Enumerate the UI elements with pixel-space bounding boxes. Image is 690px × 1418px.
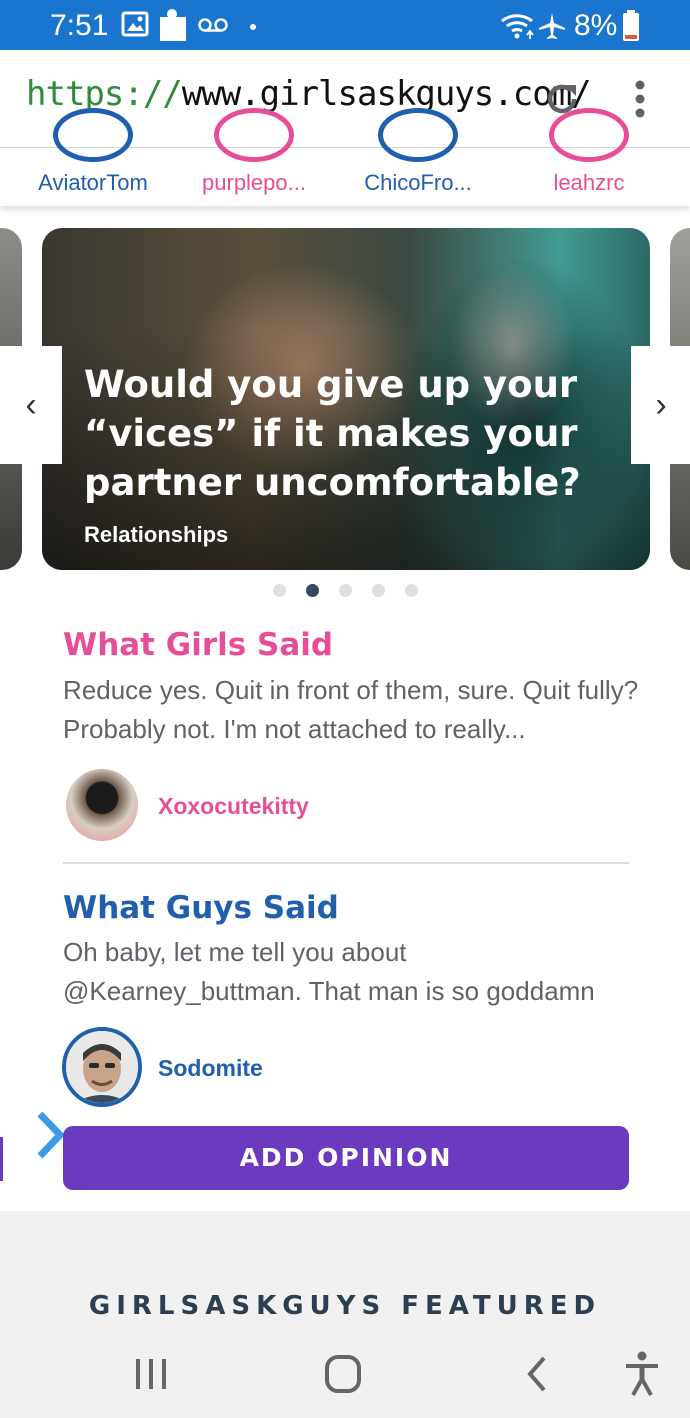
battery-percent: 8% xyxy=(574,9,618,42)
url-field[interactable]: https://www.girlsaskguys.com/ xyxy=(26,74,592,114)
carousel-dot[interactable] xyxy=(339,584,352,597)
carousel-dot[interactable] xyxy=(405,584,418,597)
guys-opinion-heading: What Guys Said xyxy=(63,890,339,926)
puzzle-icon xyxy=(160,9,186,41)
user-avatar xyxy=(53,108,133,162)
carousel-next-button[interactable]: › xyxy=(631,346,690,464)
add-opinion-button[interactable]: ADD OPINION xyxy=(63,1126,629,1190)
user-name: ChicoFro... xyxy=(364,170,472,195)
chevron-right-icon[interactable] xyxy=(34,1110,66,1160)
guy-author-avatar[interactable] xyxy=(62,1027,142,1107)
guy-author-name[interactable]: Sodomite xyxy=(158,1055,263,1082)
url-scheme: https:// xyxy=(26,74,183,114)
featured-heading: GIRLSASKGUYS FEATURED xyxy=(88,1291,602,1321)
user-avatar xyxy=(549,108,629,162)
user-avatar xyxy=(214,108,294,162)
battery-icon xyxy=(623,10,639,41)
system-nav-bar xyxy=(0,1331,690,1418)
slide-question-title[interactable]: Would you give up your “vices” if it mak… xyxy=(84,360,604,507)
slide-category[interactable]: Relationships xyxy=(84,522,228,548)
recent-apps-icon[interactable] xyxy=(122,1349,182,1399)
featured-section: GIRLSASKGUYS FEATURED xyxy=(0,1211,690,1331)
carousel-dot-active[interactable] xyxy=(306,584,319,597)
status-bar: 7:51 8% xyxy=(0,0,690,50)
home-icon[interactable] xyxy=(313,1349,373,1399)
girls-opinion-text[interactable]: Reduce yes. Quit in front of them, sure.… xyxy=(63,671,643,749)
carousel-dot[interactable] xyxy=(372,584,385,597)
carousel-dots xyxy=(0,584,690,598)
more-vertical-icon[interactable] xyxy=(632,80,648,120)
wifi-icon xyxy=(501,14,534,39)
image-icon xyxy=(121,11,149,37)
voicemail-icon xyxy=(198,18,228,32)
side-edge-handle[interactable] xyxy=(0,1137,3,1181)
divider xyxy=(63,862,629,864)
carousel-dot[interactable] xyxy=(273,584,286,597)
user-name: purplepo... xyxy=(202,170,306,195)
guy-avatar-photo xyxy=(66,1031,138,1103)
guys-opinion-text[interactable]: Oh baby, let me tell you about @Kearney_… xyxy=(63,933,643,1011)
status-time: 7:51 xyxy=(50,9,109,42)
user-strip: AviatorTom purplepo... ChicoFro... leahz… xyxy=(0,108,690,206)
girl-author-avatar[interactable] xyxy=(66,769,138,841)
accessibility-icon[interactable] xyxy=(612,1349,672,1399)
back-icon[interactable] xyxy=(508,1349,568,1399)
carousel-prev-button[interactable]: ‹ xyxy=(0,346,62,464)
carousel-slide[interactable]: Would you give up your “vices” if it mak… xyxy=(42,228,650,570)
girl-author-name[interactable]: Xoxocutekitty xyxy=(158,793,309,820)
airplane-icon xyxy=(539,13,565,39)
user-avatar xyxy=(378,108,458,162)
featured-carousel: Would you give up your “vices” if it mak… xyxy=(0,228,690,573)
girls-opinion-heading: What Girls Said xyxy=(63,627,334,663)
user-name: leahzrc xyxy=(553,170,625,195)
user-name: AviatorTom xyxy=(38,170,148,195)
dot-icon xyxy=(250,24,256,30)
